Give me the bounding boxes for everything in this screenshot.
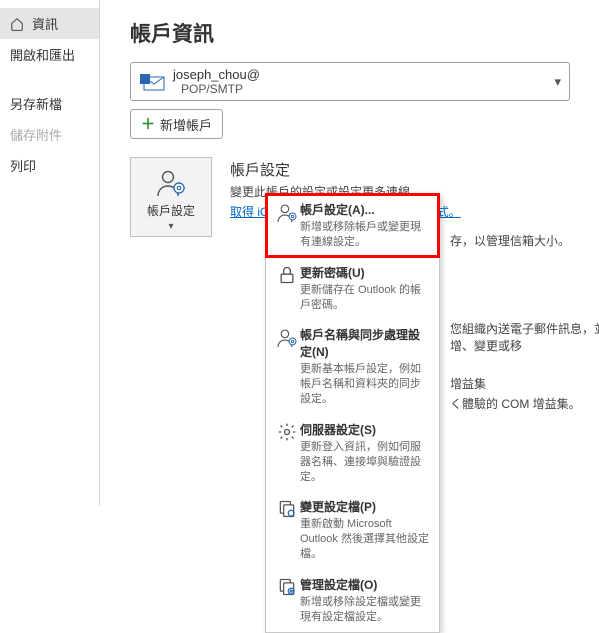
dropdown-item-change-profile[interactable]: 變更設定檔(P) 重新啟動 Microsoft Outlook 然後選擇其他設定… — [266, 491, 439, 569]
dropdown-item-update-password[interactable]: 更新密碼(U) 更新儲存在 Outlook 的帳戶密碼。 — [266, 257, 439, 320]
account-email: joseph_chou@ — [173, 67, 554, 82]
account-protocol: POP/SMTP — [173, 82, 554, 96]
dropdown-desc: 更新基本帳戶設定，例如帳戶名稱和資料夾的同步設定。 — [300, 362, 431, 407]
sidebar-item-info[interactable]: 資訊 — [0, 8, 99, 39]
sidebar-label: 列印 — [10, 156, 36, 175]
sidebar-item-open-export[interactable]: 開啟和匯出 — [0, 39, 99, 70]
page-title: 帳戶資訊 — [130, 18, 589, 48]
bg-text-mailbox: 存，以管理信箱大小。 — [450, 232, 570, 249]
lock-icon — [274, 264, 300, 285]
sidebar: 資訊 開啟和匯出 另存新檔 儲存附件 列印 — [0, 0, 100, 506]
add-account-button[interactable]: ＋ 新增帳戶 — [130, 109, 223, 139]
account-settings-dropdown: 帳戶設定(A)... 新增或移除帳戶或變更現有連線設定。 更新密碼(U) 更新儲… — [265, 193, 440, 633]
dropdown-title: 帳戶名稱與同步處理設定(N) — [300, 326, 431, 360]
account-text: joseph_chou@ POP/SMTP — [173, 67, 554, 96]
settings-btn-label: 帳戶設定 — [147, 202, 195, 219]
dropdown-desc: 更新登入資訊，例如伺服器名稱、連接埠與驗證設定。 — [300, 440, 431, 485]
chevron-down-icon: ▾ — [168, 221, 173, 232]
sidebar-item-print[interactable]: 列印 — [0, 150, 99, 181]
dropdown-title: 伺服器設定(S) — [300, 421, 431, 438]
dropdown-item-manage-profiles[interactable]: 管理設定檔(O) 新增或移除設定檔或變更現有設定檔設定。 — [266, 569, 439, 632]
dropdown-desc: 更新儲存在 Outlook 的帳戶密碼。 — [300, 283, 431, 313]
dropdown-desc: 新增或移除帳戶或變更現有連線設定。 — [300, 220, 431, 250]
person-gear-icon — [274, 201, 300, 224]
dropdown-title: 更新密碼(U) — [300, 264, 431, 281]
bg-text-rules: 您組織內送電子郵件訊息，並讓您在項目新增、變更或移 — [450, 320, 599, 354]
person-gear-icon — [274, 326, 300, 349]
chevron-down-icon: ▾ — [554, 74, 561, 90]
profile-swap-icon — [274, 498, 300, 519]
plus-icon: ＋ — [141, 114, 155, 134]
dropdown-item-account-settings[interactable]: 帳戶設定(A)... 新增或移除帳戶或變更現有連線設定。 — [266, 194, 439, 257]
bg-text-addins-desc: く體驗的 COM 增益集。 — [450, 395, 581, 412]
account-settings-button[interactable]: 帳戶設定 ▾ — [130, 157, 212, 237]
dropdown-title: 變更設定檔(P) — [300, 498, 431, 515]
settings-heading: 帳戶設定 — [230, 159, 589, 180]
dropdown-title: 帳戶設定(A)... — [300, 201, 431, 218]
profile-gear-icon — [274, 576, 300, 597]
dropdown-item-account-name-sync[interactable]: 帳戶名稱與同步處理設定(N) 更新基本帳戶設定，例如帳戶名稱和資料夾的同步設定。 — [266, 319, 439, 414]
account-selector[interactable]: joseph_chou@ POP/SMTP ▾ — [130, 62, 570, 101]
person-gear-icon — [155, 168, 187, 198]
bg-text-addins-title: 增益集 — [450, 375, 486, 392]
sidebar-label: 儲存附件 — [10, 125, 62, 144]
sidebar-item-save-attachments: 儲存附件 — [0, 119, 99, 150]
sidebar-label: 資訊 — [32, 14, 58, 33]
mail-icon — [139, 70, 167, 94]
home-icon — [10, 17, 26, 31]
gear-icon — [274, 421, 300, 442]
dropdown-title: 管理設定檔(O) — [300, 576, 431, 593]
add-account-label: 新增帳戶 — [160, 115, 212, 134]
dropdown-desc: 重新啟動 Microsoft Outlook 然後選擇其他設定檔。 — [300, 517, 431, 562]
main-content: 帳戶資訊 joseph_chou@ POP/SMTP ▾ ＋ 新增帳戶 帳戶設定… — [100, 0, 599, 506]
sidebar-label: 開啟和匯出 — [10, 45, 75, 64]
dropdown-item-server-settings[interactable]: 伺服器設定(S) 更新登入資訊，例如伺服器名稱、連接埠與驗證設定。 — [266, 414, 439, 492]
dropdown-desc: 新增或移除設定檔或變更現有設定檔設定。 — [300, 595, 431, 625]
sidebar-label: 另存新檔 — [10, 94, 62, 113]
sidebar-item-save-as[interactable]: 另存新檔 — [0, 88, 99, 119]
